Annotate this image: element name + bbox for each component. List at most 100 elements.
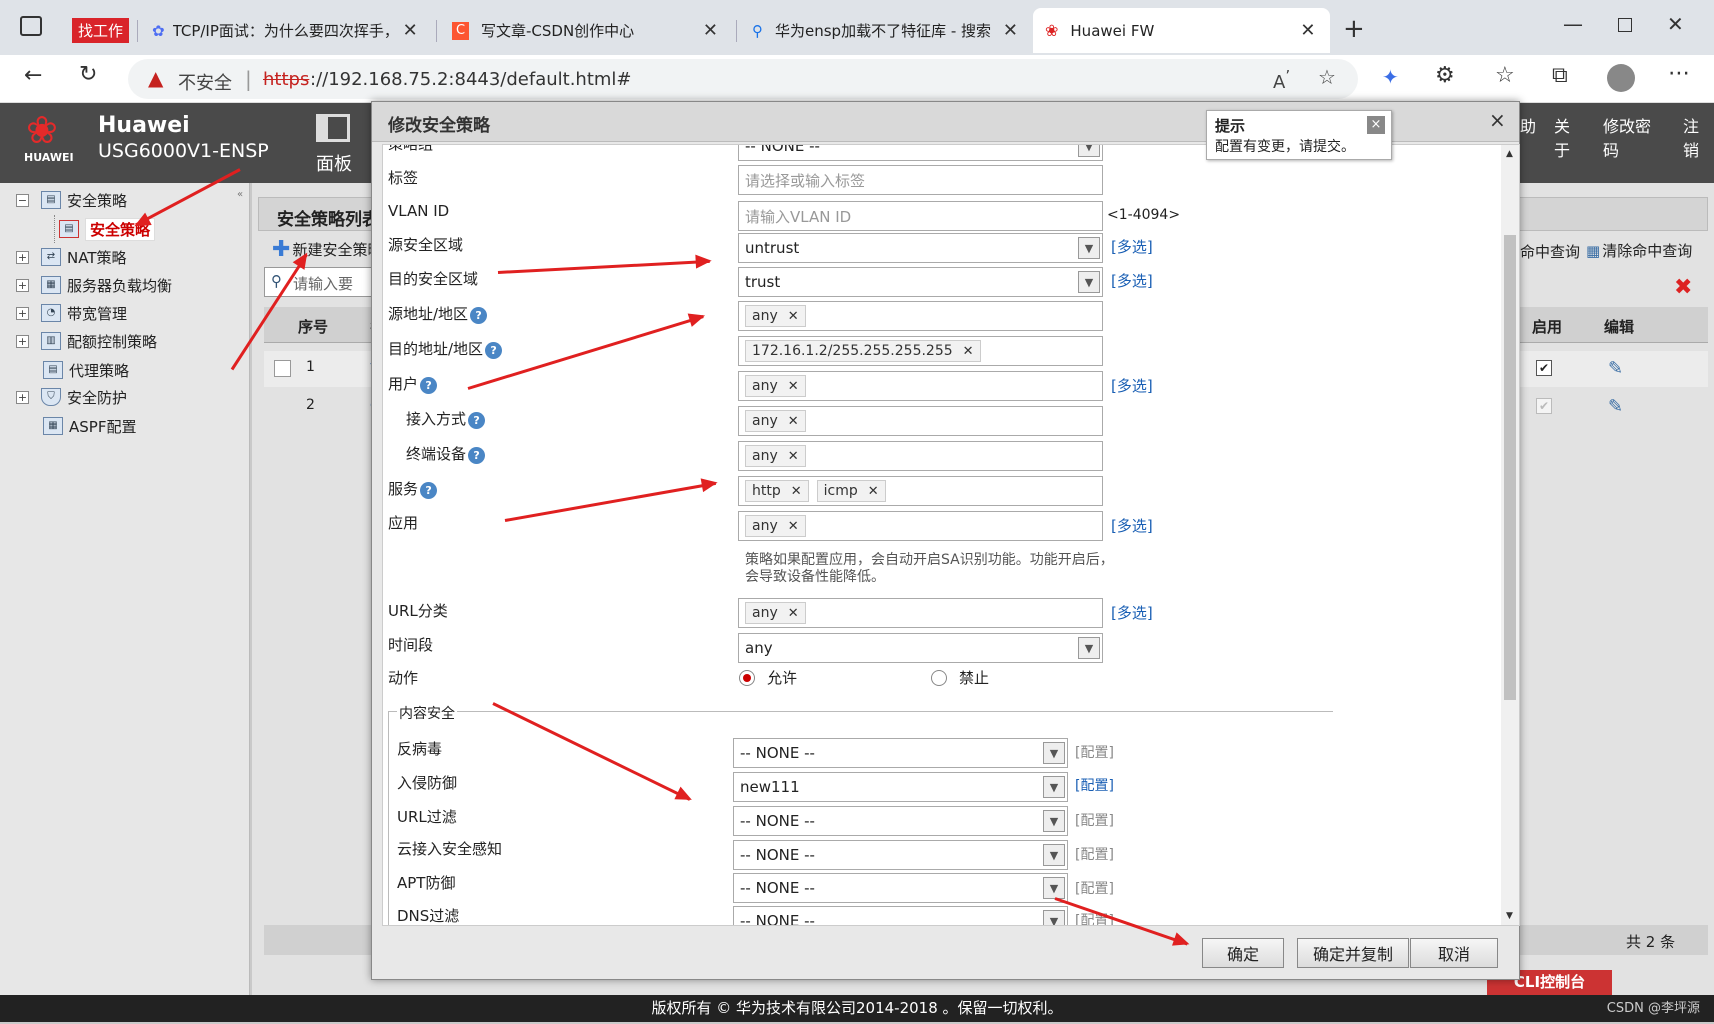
action-allow-radio[interactable]: 允许 [739,667,797,688]
help-icon[interactable]: ? [420,482,438,499]
sidebar-item-quota[interactable]: + ▥ 配额控制策略 [16,327,157,355]
terminal-input[interactable]: any ✕ [738,441,1103,471]
sidebar-item-security-policy[interactable]: − ▤ 安全策略 [16,186,127,214]
action-deny-radio[interactable]: 禁止 [931,667,989,688]
application-input[interactable]: any ✕ [738,511,1103,541]
enabled-checkbox[interactable]: ✔ [1536,360,1552,376]
dst-addr-input[interactable]: 172.16.1.2/255.255.255.255 ✕ [738,336,1103,366]
cancel-button[interactable]: 取消 [1410,938,1498,968]
expand-toggle-icon[interactable]: + [16,250,29,264]
policy-group-select[interactable]: -- NONE -- ▼ [738,145,1103,161]
remove-chip-icon[interactable]: ✕ [788,519,799,534]
expand-toggle-icon[interactable]: + [16,390,29,404]
apt-config-link[interactable]: [配置] [1075,878,1114,898]
application-multi-link[interactable]: [多选] [1111,515,1153,536]
cloud-access-select[interactable]: -- NONE -- ▼ [733,840,1068,870]
expand-toggle-icon[interactable]: + [16,306,29,320]
collapse-toggle-icon[interactable]: − [16,193,29,207]
tab-tcpip[interactable]: ✿ TCP/IP面试：为什么要四次挥手， ✕ [140,8,430,53]
hit-query-button[interactable]: 命中查询 [1520,241,1580,262]
close-icon[interactable]: ✕ [703,20,718,41]
read-aloud-icon[interactable]: Aʼ [1273,67,1290,93]
edit-icon[interactable]: ✎ [1608,396,1623,417]
sidebar-item-slb[interactable]: + ▦ 服务器负载均衡 [16,271,172,299]
antivirus-select[interactable]: -- NONE -- ▼ [733,738,1068,768]
src-addr-input[interactable]: any ✕ [738,301,1103,331]
sidebar-item-bandwidth[interactable]: + ◔ 带宽管理 [16,299,127,327]
remove-chip-icon[interactable]: ✕ [788,606,799,621]
remove-chip-icon[interactable]: ✕ [788,449,799,464]
tab-csdn[interactable]: C 写文章-CSDN创作中心 ✕ [440,8,730,53]
dialog-close-button[interactable]: × [1489,108,1506,132]
remove-chip-icon[interactable]: ✕ [788,309,799,324]
url-filter-select[interactable]: -- NONE -- ▼ [733,806,1068,836]
help-icon[interactable]: ? [468,447,486,464]
collections-icon[interactable]: ⧉ [1552,63,1568,88]
tab-search[interactable]: ⚲ 华为ensp加载不了特征库 - 搜索 ✕ [740,8,1030,53]
access-input[interactable]: any ✕ [738,406,1103,436]
scroll-down-icon[interactable]: ▼ [1506,911,1513,921]
ips-config-link[interactable]: [配置] [1075,775,1114,795]
close-icon[interactable]: ✕ [1003,20,1018,41]
avatar[interactable] [1607,64,1635,92]
edit-icon[interactable]: ✎ [1608,358,1623,379]
expand-toggle-icon[interactable]: + [16,334,29,348]
tab-huawei-fw[interactable]: ❀ Huawei FW ✕ [1033,8,1330,53]
scroll-thumb[interactable] [1504,235,1516,700]
time-range-select[interactable]: any ▼ [738,633,1103,663]
src-zone-select[interactable]: untrust ▼ [738,233,1103,263]
scroll-up-icon[interactable]: ▲ [1506,149,1513,159]
help-icon[interactable]: ? [420,377,438,394]
ok-copy-button[interactable]: 确定并复制 [1297,938,1409,968]
row-checkbox[interactable] [274,360,291,377]
help-link[interactable]: 助 [1520,113,1536,161]
security-warning[interactable]: 不安全 [178,69,232,95]
tab-actions-icon[interactable] [20,16,42,36]
remove-chip-icon[interactable]: ✕ [788,379,799,394]
sidebar-item-aspf[interactable]: ▦ ASPF配置 [43,412,136,440]
remove-chip-icon[interactable]: ✕ [868,484,879,499]
remove-chip-icon[interactable]: ✕ [788,414,799,429]
user-input[interactable]: any ✕ [738,371,1103,401]
address-field[interactable]: ▲ 不安全 | https ://192.168.75.2:8443/defau… [128,59,1358,99]
help-icon[interactable]: ? [485,342,503,359]
service-input[interactable]: http ✕ icmp ✕ [738,476,1103,506]
collapse-icon[interactable]: « [237,189,243,200]
url-filter-config-link[interactable]: [配置] [1075,810,1114,830]
help-icon[interactable]: ? [470,307,488,324]
url-category-input[interactable]: any ✕ [738,598,1103,628]
help-icon[interactable]: ? [468,412,486,429]
back-icon[interactable]: ← [24,63,42,88]
enabled-checkbox[interactable]: ✔ [1536,398,1552,414]
user-multi-link[interactable]: [多选] [1111,375,1153,396]
antivirus-config-link[interactable]: [配置] [1075,742,1114,762]
dst-zone-select[interactable]: trust ▼ [738,267,1103,297]
minimize-icon[interactable]: — [1563,12,1583,36]
vlan-input[interactable]: 请输入VLAN ID [738,201,1103,231]
change-password-link[interactable]: 修改密码 [1603,113,1665,161]
sidebar-item-nat[interactable]: + ⇄ NAT策略 [16,243,126,271]
ips-select[interactable]: new111 ▼ [733,772,1068,802]
about-link[interactable]: 关于 [1554,113,1585,161]
remove-chip-icon[interactable]: ✕ [963,344,974,359]
scrollbar[interactable]: ▲ ▼ [1501,145,1519,925]
dns-filter-select[interactable]: -- NONE -- ▼ [733,906,1068,925]
delete-icon[interactable]: ✖ [1674,275,1692,300]
tag-input[interactable]: 请选择或输入标签 [738,165,1103,195]
remove-chip-icon[interactable]: ✕ [791,484,802,499]
extension-icon[interactable]: ✦ [1382,65,1399,89]
url-category-multi-link[interactable]: [多选] [1111,602,1153,623]
apt-select[interactable]: -- NONE -- ▼ [733,873,1068,903]
maximize-icon[interactable] [1618,18,1632,32]
new-policy-button[interactable]: ✚ 新建安全策略 [272,237,382,262]
src-zone-multi-link[interactable]: [多选] [1111,236,1153,257]
dashboard-tab[interactable]: 面板 [316,150,352,176]
window-close-icon[interactable]: ✕ [1667,12,1684,36]
expand-toggle-icon[interactable]: + [16,278,29,292]
close-icon[interactable]: ✕ [1300,20,1315,41]
dst-zone-multi-link[interactable]: [多选] [1111,270,1153,291]
more-menu-icon[interactable]: ⋯ [1668,61,1690,86]
clear-hit-query-button[interactable]: ▦ 清除命中查询 [1586,240,1692,261]
extensions-icon[interactable]: ⚙ [1435,63,1455,88]
favorite-add-icon[interactable]: ☆ [1318,65,1336,89]
